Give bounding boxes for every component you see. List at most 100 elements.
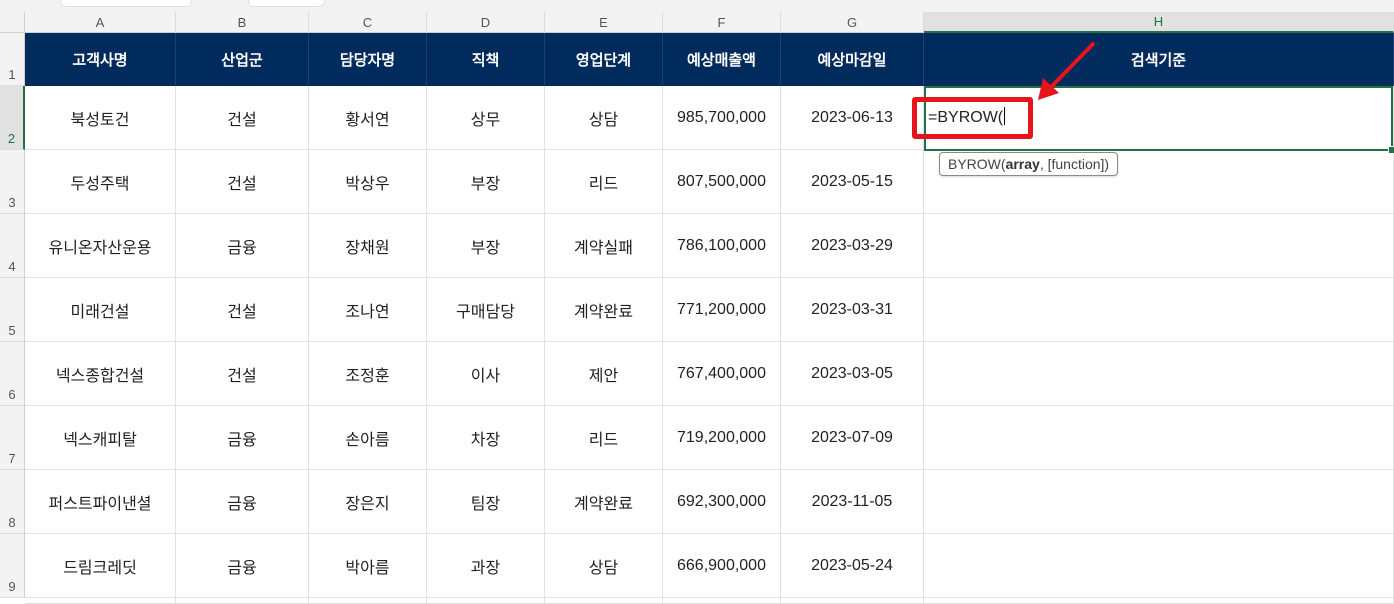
table-cell[interactable]: 넥스캐피탈 [25,406,176,470]
table-cell[interactable]: 황서연 [309,86,427,150]
column-header-d[interactable]: D [427,12,545,33]
table-cell[interactable] [663,598,781,604]
header-cell[interactable]: 직책 [427,33,545,86]
table-cell[interactable]: 박아름 [309,534,427,598]
table-cell[interactable]: 유니온자산운용 [25,214,176,278]
table-cell[interactable]: 985,700,000 [663,86,781,150]
table-cell[interactable]: 719,200,000 [663,406,781,470]
row-header-8[interactable]: 8 [0,470,25,534]
table-cell[interactable]: 금융 [176,214,309,278]
table-cell[interactable]: 넥스종합건설 [25,342,176,406]
table-cell[interactable] [924,406,1394,470]
header-cell[interactable]: 예상마감일 [781,33,924,86]
header-cell[interactable]: 산업군 [176,33,309,86]
table-cell[interactable] [924,534,1394,598]
table-cell[interactable]: 2023-03-31 [781,278,924,342]
table-cell[interactable] [924,214,1394,278]
row-header-4[interactable]: 4 [0,214,25,278]
table-cell[interactable] [176,598,309,604]
table-cell[interactable]: 제안 [545,342,663,406]
header-cell[interactable]: 영업단계 [545,33,663,86]
table-cell[interactable]: 807,500,000 [663,150,781,214]
table-cell[interactable]: 금융 [176,534,309,598]
table-cell[interactable]: 건설 [176,342,309,406]
table-cell[interactable]: 금융 [176,406,309,470]
column-header-f[interactable]: F [663,12,781,33]
table-cell[interactable]: 상무 [427,86,545,150]
header-cell[interactable]: 담당자명 [309,33,427,86]
select-all-corner[interactable] [0,12,25,33]
column-header-b[interactable]: B [176,12,309,33]
table-cell[interactable]: 박상우 [309,150,427,214]
table-cell[interactable] [924,470,1394,534]
column-header-a[interactable]: A [25,12,176,33]
table-cell[interactable]: 767,400,000 [663,342,781,406]
table-cell[interactable]: 부장 [427,214,545,278]
table-cell[interactable]: 이사 [427,342,545,406]
table-cell[interactable]: 건설 [176,150,309,214]
table-cell[interactable] [545,598,663,604]
table-cell[interactable] [781,598,924,604]
row-header-3[interactable]: 3 [0,150,25,214]
row-header-7[interactable]: 7 [0,406,25,470]
table-cell[interactable]: 상담 [545,534,663,598]
function-tooltip[interactable]: BYROW(array, [function]) [939,152,1119,176]
table-cell[interactable] [924,278,1394,342]
table-cell[interactable]: 계약완료 [545,278,663,342]
table-cell[interactable]: 손아름 [309,406,427,470]
row-header-5[interactable]: 5 [0,278,25,342]
row-header-2[interactable]: 2 [0,86,25,150]
table-cell[interactable]: 771,200,000 [663,278,781,342]
column-header-c[interactable]: C [309,12,427,33]
table-cell[interactable]: 786,100,000 [663,214,781,278]
row-header-1[interactable]: 1 [0,33,25,86]
table-cell[interactable]: 건설 [176,86,309,150]
table-cell[interactable]: 상담 [545,86,663,150]
table-cell[interactable] [309,598,427,604]
column-header-g[interactable]: G [781,12,924,33]
table-cell[interactable]: 계약실패 [545,214,663,278]
header-cell[interactable]: 고객사명 [25,33,176,86]
row-header-6[interactable]: 6 [0,342,25,406]
table-cell[interactable]: 금융 [176,470,309,534]
table-cell[interactable]: 조나연 [309,278,427,342]
column-header-e[interactable]: E [545,12,663,33]
table-cell[interactable] [427,598,545,604]
fill-handle[interactable] [1388,146,1394,154]
column-header-h[interactable]: H [924,12,1394,33]
table-cell[interactable] [25,598,176,604]
table-cell[interactable]: 2023-05-24 [781,534,924,598]
header-cell[interactable]: 예상매출액 [663,33,781,86]
table-cell[interactable]: 리드 [545,406,663,470]
table-cell[interactable]: 666,900,000 [663,534,781,598]
table-cell[interactable]: 2023-06-13 [781,86,924,150]
table-cell[interactable]: 미래건설 [25,278,176,342]
table-cell[interactable]: 차장 [427,406,545,470]
table-cell[interactable]: 과장 [427,534,545,598]
table-cell[interactable]: 드림크레딧 [25,534,176,598]
table-cell[interactable]: 2023-03-05 [781,342,924,406]
table-cell[interactable]: 건설 [176,278,309,342]
workbook-tab[interactable] [60,0,192,7]
table-cell[interactable]: 계약완료 [545,470,663,534]
table-cell[interactable]: 조정훈 [309,342,427,406]
row-header-9[interactable]: 9 [0,534,25,598]
table-cell[interactable]: 692,300,000 [663,470,781,534]
workbook-tab[interactable] [248,0,325,7]
table-cell[interactable]: 구매담당 [427,278,545,342]
table-cell[interactable] [924,342,1394,406]
table-cell[interactable]: 팀장 [427,470,545,534]
table-cell[interactable]: 북성토건 [25,86,176,150]
table-cell[interactable] [924,598,1394,604]
table-cell[interactable]: 2023-07-09 [781,406,924,470]
header-cell[interactable]: 검색기준 [924,33,1394,86]
table-cell[interactable]: 2023-03-29 [781,214,924,278]
table-cell[interactable]: 리드 [545,150,663,214]
table-cell[interactable]: 2023-11-05 [781,470,924,534]
table-cell[interactable]: 두성주택 [25,150,176,214]
table-cell[interactable]: 부장 [427,150,545,214]
table-cell[interactable]: 장은지 [309,470,427,534]
table-cell[interactable]: 장채원 [309,214,427,278]
table-cell[interactable]: 2023-05-15 [781,150,924,214]
table-cell[interactable]: 퍼스트파이낸셜 [25,470,176,534]
